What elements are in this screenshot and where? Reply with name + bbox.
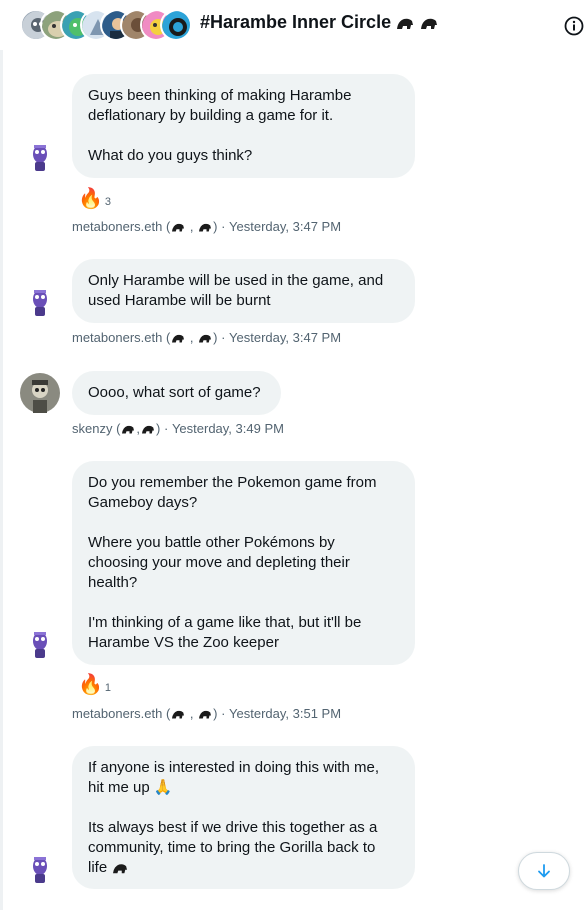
gorilla-icon bbox=[142, 425, 155, 433]
message-bubble[interactable]: Oooo, what sort of game? bbox=[72, 371, 281, 415]
gorilla-icon bbox=[199, 710, 212, 718]
gorilla-icon bbox=[421, 18, 438, 29]
conversation-title[interactable]: #Harambe Inner Circle bbox=[200, 12, 439, 33]
message-text: Do you remember the Pokemon game from bbox=[88, 474, 377, 491]
message-bubble[interactable]: Guys been thinking of making Harambe def… bbox=[72, 74, 415, 178]
avatar[interactable] bbox=[20, 373, 60, 413]
scroll-to-bottom-button[interactable] bbox=[518, 852, 570, 890]
message-text: Oooo, what sort of game? bbox=[88, 384, 261, 401]
fire-emoji: 🔥 bbox=[78, 674, 103, 696]
message-text: Harambe VS the Zoo keeper bbox=[88, 634, 279, 651]
message-text: used Harambe will be burnt bbox=[88, 292, 271, 309]
author-name[interactable]: metaboners.eth bbox=[72, 330, 162, 345]
gorilla-icon bbox=[113, 864, 128, 874]
arrow-down-icon bbox=[538, 864, 550, 878]
message-text: health? bbox=[88, 574, 138, 591]
reaction-count: 1 bbox=[104, 682, 112, 694]
reaction[interactable]: 🔥 3 bbox=[78, 188, 111, 210]
message-text: Gameboy days? bbox=[88, 494, 198, 511]
avatar bbox=[160, 9, 192, 41]
group-avatars[interactable] bbox=[20, 9, 195, 43]
message-text: What do you guys think? bbox=[88, 147, 253, 164]
title-text: #Harambe Inner Circle bbox=[200, 12, 392, 32]
message-text: If anyone is interested in doing this wi… bbox=[88, 759, 379, 776]
gorilla-icon bbox=[172, 223, 185, 231]
timestamp: Yesterday, 3:47 PM bbox=[229, 330, 342, 345]
info-icon[interactable] bbox=[564, 16, 584, 36]
fire-emoji: 🔥 bbox=[78, 188, 103, 210]
message-text: deflationary by building a game for it. bbox=[88, 107, 334, 124]
timestamp: Yesterday, 3:47 PM bbox=[229, 219, 342, 234]
avatar[interactable] bbox=[20, 625, 60, 665]
gorilla-icon bbox=[172, 710, 185, 718]
gorilla-icon bbox=[122, 425, 135, 433]
message-text: hit me up 🙏 bbox=[88, 779, 173, 796]
gorilla-icon bbox=[199, 334, 212, 342]
reaction-count: 3 bbox=[104, 196, 112, 208]
gorilla-icon bbox=[199, 223, 212, 231]
message-bubble[interactable]: Only Harambe will be used in the game, a… bbox=[72, 259, 415, 323]
message-text: community, time to bring the Gorilla bac… bbox=[88, 839, 376, 856]
gorilla-icon bbox=[172, 334, 185, 342]
message-text: Only Harambe will be used in the game, a… bbox=[88, 272, 384, 289]
timestamp: Yesterday, 3:49 PM bbox=[171, 421, 284, 436]
message-meta: skenzy (,) · Yesterday, 3:49 PM bbox=[72, 421, 284, 436]
author-name[interactable]: skenzy bbox=[72, 421, 112, 436]
author-name[interactable]: metaboners.eth bbox=[72, 219, 162, 234]
message-meta: metaboners.eth ( , ) · Yesterday, 3:47 P… bbox=[72, 219, 342, 234]
message-text: choosing your move and depleting their bbox=[88, 554, 350, 571]
avatar[interactable] bbox=[20, 850, 60, 890]
avatar[interactable] bbox=[20, 283, 60, 323]
left-border bbox=[0, 0, 3, 910]
message-meta: metaboners.eth ( , ) · Yesterday, 3:51 P… bbox=[72, 706, 342, 721]
message-text: Guys been thinking of making Harambe bbox=[88, 87, 352, 104]
message-bubble[interactable]: If anyone is interested in doing this wi… bbox=[72, 746, 415, 889]
message-meta: metaboners.eth ( , ) · Yesterday, 3:47 P… bbox=[72, 330, 342, 345]
message-text: life bbox=[88, 859, 108, 876]
author-name[interactable]: metaboners.eth bbox=[72, 706, 162, 721]
reaction[interactable]: 🔥 1 bbox=[78, 674, 111, 696]
message-text: I'm thinking of a game like that, but it… bbox=[88, 614, 362, 631]
message-text: Where you battle other Pokémons by bbox=[88, 534, 335, 551]
conversation-header: #Harambe Inner Circle bbox=[0, 0, 588, 50]
gorilla-icon bbox=[397, 18, 414, 29]
message-bubble[interactable]: Do you remember the Pokemon game from Ga… bbox=[72, 461, 415, 665]
message-text: Its always best if we drive this togethe… bbox=[88, 819, 378, 836]
timestamp: Yesterday, 3:51 PM bbox=[229, 706, 342, 721]
avatar[interactable] bbox=[20, 138, 60, 178]
